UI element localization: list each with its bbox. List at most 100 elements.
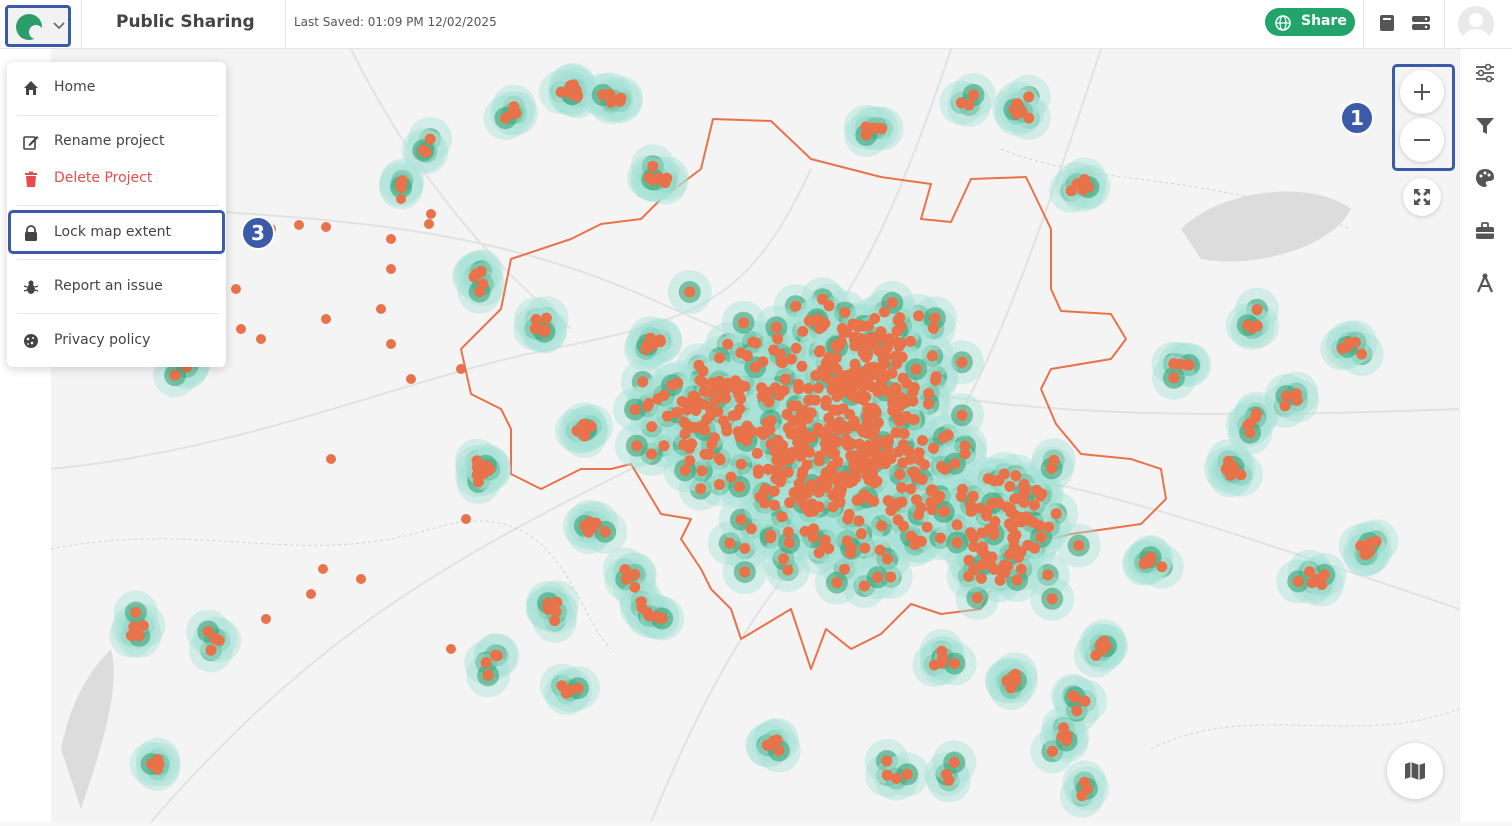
map-point[interactable]: [878, 306, 890, 318]
map-point[interactable]: [752, 467, 764, 479]
map-point[interactable]: [706, 439, 718, 450]
map-point[interactable]: [550, 606, 562, 618]
map-point[interactable]: [938, 432, 950, 444]
map-point[interactable]: [321, 314, 331, 324]
map-point[interactable]: [712, 406, 724, 417]
map-point[interactable]: [891, 325, 903, 337]
avatar[interactable]: [1458, 6, 1494, 42]
map-point[interactable]: [490, 649, 501, 661]
map-point[interactable]: [802, 383, 814, 394]
map-point[interactable]: [1363, 537, 1375, 549]
map-point[interactable]: [745, 523, 757, 535]
zoom-in-button[interactable]: [1400, 70, 1444, 114]
map-point[interactable]: [855, 528, 867, 540]
map-point[interactable]: [863, 362, 875, 374]
map-point[interactable]: [1004, 549, 1016, 560]
map-point[interactable]: [236, 324, 246, 334]
map-point[interactable]: [765, 415, 777, 427]
map-point[interactable]: [1018, 478, 1030, 490]
map-point[interactable]: [797, 325, 809, 337]
map-point[interactable]: [765, 532, 776, 544]
map-point[interactable]: [406, 374, 416, 384]
map-point[interactable]: [718, 415, 730, 427]
map-point[interactable]: [326, 454, 336, 464]
map-point[interactable]: [860, 129, 872, 141]
map-point[interactable]: [881, 755, 893, 767]
map-point[interactable]: [916, 435, 928, 446]
map-point[interactable]: [1015, 546, 1027, 558]
map-point[interactable]: [769, 499, 781, 511]
map-point[interactable]: [811, 313, 823, 325]
map-point[interactable]: [951, 519, 963, 531]
map-point[interactable]: [376, 304, 386, 314]
map-point[interactable]: [921, 521, 933, 533]
map-point[interactable]: [827, 489, 839, 501]
map-point[interactable]: [1251, 304, 1263, 316]
map-point[interactable]: [642, 339, 653, 351]
map-point[interactable]: [976, 559, 988, 571]
map-point[interactable]: [889, 382, 901, 394]
map-point[interactable]: [629, 581, 641, 593]
map-point[interactable]: [1318, 569, 1330, 581]
menu-item-home[interactable]: Home: [7, 70, 226, 106]
map-point[interactable]: [1028, 499, 1040, 511]
map-point[interactable]: [807, 531, 819, 543]
map-point[interactable]: [910, 363, 922, 375]
map-point[interactable]: [763, 396, 775, 407]
map-point[interactable]: [986, 497, 998, 509]
menu-item-privacy[interactable]: Privacy policy: [7, 323, 226, 359]
map-point[interactable]: [597, 89, 609, 101]
map-point[interactable]: [905, 530, 917, 542]
map-point[interactable]: [776, 511, 788, 523]
map-point[interactable]: [877, 436, 889, 448]
map-point[interactable]: [679, 464, 691, 476]
map-point[interactable]: [318, 564, 328, 574]
map-point[interactable]: [1168, 372, 1180, 384]
map-canvas[interactable]: [50, 48, 1460, 823]
map-point[interactable]: [791, 400, 803, 412]
map-point[interactable]: [821, 372, 832, 383]
map-point[interactable]: [845, 543, 857, 555]
map-point[interactable]: [839, 307, 851, 318]
map-point[interactable]: [231, 284, 241, 294]
map-point[interactable]: [896, 482, 908, 494]
map-point[interactable]: [1156, 561, 1168, 573]
map-point[interactable]: [566, 89, 578, 100]
map-point[interactable]: [1079, 695, 1091, 707]
map-point[interactable]: [261, 614, 271, 624]
palette-icon[interactable]: [1474, 167, 1496, 189]
map-point[interactable]: [820, 395, 832, 407]
map-point[interactable]: [720, 392, 732, 404]
map-point[interactable]: [555, 86, 567, 98]
map-point[interactable]: [782, 422, 794, 434]
map-point[interactable]: [1183, 359, 1195, 371]
menu-item-report-issue[interactable]: Report an issue: [7, 269, 226, 305]
map-point[interactable]: [722, 338, 734, 350]
map-point[interactable]: [735, 514, 747, 526]
map-point[interactable]: [895, 337, 907, 349]
map-point[interactable]: [893, 415, 905, 427]
map-point[interactable]: [918, 459, 930, 471]
map-point[interactable]: [823, 423, 835, 434]
map-point[interactable]: [901, 377, 913, 389]
map-point[interactable]: [701, 413, 713, 425]
map-point[interactable]: [913, 310, 925, 322]
map-point[interactable]: [830, 378, 842, 390]
map-point[interactable]: [1281, 390, 1292, 402]
map-point[interactable]: [838, 470, 850, 482]
map-point[interactable]: [928, 442, 939, 454]
map-point[interactable]: [475, 265, 487, 277]
map-point[interactable]: [959, 440, 971, 452]
map-point[interactable]: [756, 382, 767, 394]
map-point[interactable]: [256, 334, 266, 344]
map-point[interactable]: [739, 380, 751, 392]
map-point[interactable]: [713, 453, 725, 464]
map-point[interactable]: [819, 534, 831, 546]
map-point[interactable]: [796, 360, 808, 372]
map-point[interactable]: [386, 264, 396, 274]
toolbox-icon[interactable]: [1474, 220, 1496, 242]
map-point[interactable]: [782, 526, 794, 538]
map-point[interactable]: [738, 317, 749, 329]
map-point[interactable]: [733, 481, 745, 493]
map-point[interactable]: [1290, 388, 1302, 400]
